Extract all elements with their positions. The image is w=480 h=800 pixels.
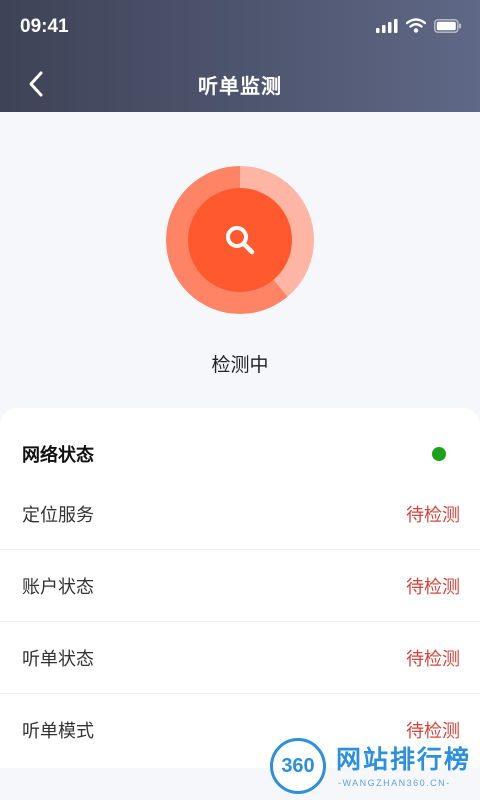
check-list-card: 网络状态 定位服务 待检测 账户状态 待检测 听单状态 待检测 听单模式 待检测 [0,408,480,768]
check-row[interactable]: 听单状态 待检测 [0,622,480,694]
watermark-url: -WANGZHAN360.CN- [338,778,451,788]
scan-progress-ring [166,166,314,314]
app-header: 09:41 听单监测 [0,0,480,112]
scan-status-text: 检测中 [211,354,269,376]
status-icons [376,18,462,33]
scan-section: 检测中 [0,112,480,412]
nav-bar: 听单监测 [0,56,480,112]
network-status-dot [432,447,446,461]
check-label: 听单模式 [22,721,94,742]
check-status: 待检测 [406,576,460,598]
search-icon [226,226,255,255]
check-status: 待检测 [406,504,460,526]
wifi-icon [406,18,426,33]
battery-icon [434,18,461,33]
check-status: 待检测 [406,648,460,670]
check-label: 账户状态 [22,576,94,598]
status-time: 09:41 [20,16,69,37]
page-title: 听单监测 [198,74,282,98]
check-row[interactable]: 定位服务 待检测 [0,478,480,550]
check-label: 定位服务 [22,504,94,526]
status-bar: 09:41 [0,0,480,56]
check-label: 听单状态 [22,648,94,670]
watermark-logo: 360 [270,738,326,794]
signal-icon [376,18,398,33]
check-row[interactable]: 账户状态 待检测 [0,550,480,622]
network-status-label: 网络状态 [22,445,94,466]
watermark: 360 网站排行榜 -WANGZHAN360.CN- [270,738,476,796]
watermark-name: 网站排行榜 [336,745,472,774]
scan-button[interactable] [188,188,292,292]
